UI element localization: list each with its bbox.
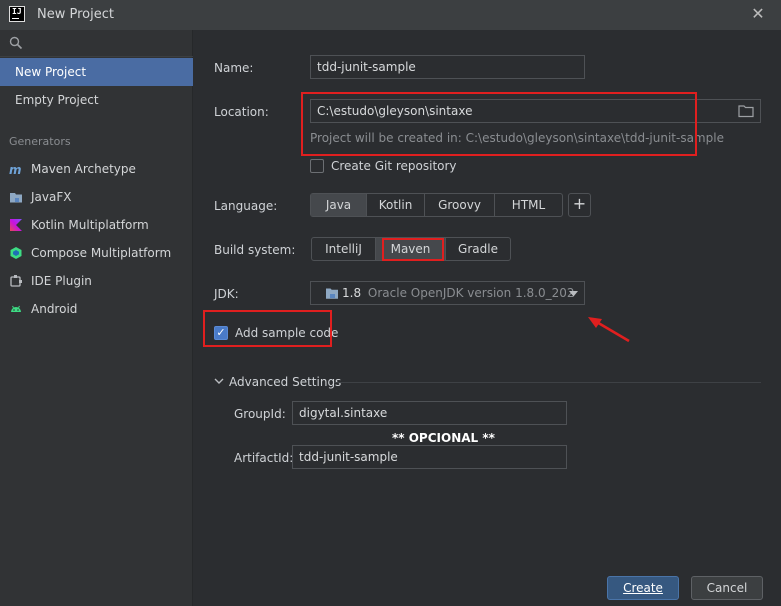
generators-header: Generators: [9, 135, 71, 148]
language-option-groovy[interactable]: Groovy: [425, 194, 495, 216]
sidebar-item-compose-multiplatform[interactable]: Compose Multiplatform: [0, 239, 193, 267]
jdk-label: JDK:: [214, 287, 239, 301]
annotation-box-sample-code: [203, 310, 332, 347]
git-checkbox[interactable]: [310, 159, 324, 173]
sidebar-item-new-project[interactable]: New Project: [0, 58, 193, 86]
group-id-label: GroupId:: [234, 407, 286, 421]
chevron-down-icon: [569, 291, 578, 297]
maven-icon: m: [9, 163, 22, 176]
close-icon[interactable]: ✕: [750, 5, 766, 23]
language-option-kotlin[interactable]: Kotlin: [367, 194, 425, 216]
sidebar-item-maven-archetype[interactable]: m Maven Archetype: [0, 155, 193, 183]
language-option-java[interactable]: Java: [311, 194, 367, 216]
language-label: Language:: [214, 199, 278, 213]
sidebar-item-ide-plugin[interactable]: IDE Plugin: [0, 267, 193, 295]
sidebar-item-label: Maven Archetype: [31, 162, 136, 176]
group-id-input[interactable]: digytal.sintaxe: [292, 401, 567, 425]
window-title: New Project: [37, 7, 114, 22]
sidebar-item-label: Android: [31, 302, 78, 316]
compose-icon: [10, 247, 22, 259]
artifact-id-label: ArtifactId:: [234, 451, 294, 465]
jdk-version: 1.8: [342, 286, 362, 300]
jdk-dropdown[interactable]: 1.8 Oracle OpenJDK version 1.8.0_202: [310, 281, 585, 305]
plugin-icon: [10, 275, 22, 287]
sidebar-item-label: Kotlin Multiplatform: [31, 218, 149, 232]
sidebar-item-label: IDE Plugin: [31, 274, 92, 288]
annotation-arrow-icon: [588, 317, 630, 343]
jdk-description: Oracle OpenJDK version 1.8.0_202: [367, 286, 575, 300]
build-option-intellij[interactable]: IntelliJ: [312, 238, 376, 260]
cancel-button[interactable]: Cancel: [691, 576, 763, 600]
build-system-label: Build system:: [214, 243, 296, 257]
sidebar-item-javafx[interactable]: JavaFX: [0, 183, 193, 211]
git-label: Create Git repository: [331, 159, 457, 173]
title-bar: IJ New Project ✕: [0, 0, 781, 30]
advanced-divider: [334, 382, 761, 383]
jdk-folder-icon: [326, 288, 338, 299]
search-icon: [9, 36, 23, 50]
optional-note: ** OPCIONAL **: [392, 431, 495, 445]
android-icon: [11, 305, 21, 312]
add-language-button[interactable]: +: [568, 193, 591, 217]
sidebar-item-kotlin-multiplatform[interactable]: Kotlin Multiplatform: [0, 211, 193, 239]
advanced-chevron-icon[interactable]: [214, 378, 224, 385]
intellij-logo-icon: IJ: [9, 6, 25, 22]
sidebar-item-empty-project[interactable]: Empty Project: [0, 86, 193, 114]
folder-icon[interactable]: [738, 104, 754, 118]
sidebar-item-label: Compose Multiplatform: [31, 246, 172, 260]
artifact-id-input[interactable]: tdd-junit-sample: [292, 445, 567, 469]
build-option-gradle[interactable]: Gradle: [446, 238, 510, 260]
sidebar-item-android[interactable]: Android: [0, 295, 193, 323]
annotation-box-location: [301, 92, 697, 156]
sidebar-search[interactable]: [0, 30, 193, 57]
create-button-label: Create: [623, 581, 663, 595]
name-input[interactable]: tdd-junit-sample: [310, 55, 585, 79]
name-label: Name:: [214, 61, 254, 75]
kotlin-icon: [10, 219, 22, 231]
annotation-box-maven: [382, 238, 444, 261]
language-option-html[interactable]: HTML: [495, 194, 562, 216]
create-button[interactable]: Create: [607, 576, 679, 600]
javafx-icon: [10, 193, 22, 203]
sidebar-item-label: JavaFX: [31, 190, 72, 204]
svg-text:m: m: [9, 163, 22, 176]
location-label: Location:: [214, 105, 269, 119]
language-selector: Java Kotlin Groovy HTML: [310, 193, 563, 217]
advanced-settings-toggle[interactable]: Advanced Settings: [229, 375, 341, 389]
sidebar: New Project Empty Project Generators m M…: [0, 30, 193, 606]
